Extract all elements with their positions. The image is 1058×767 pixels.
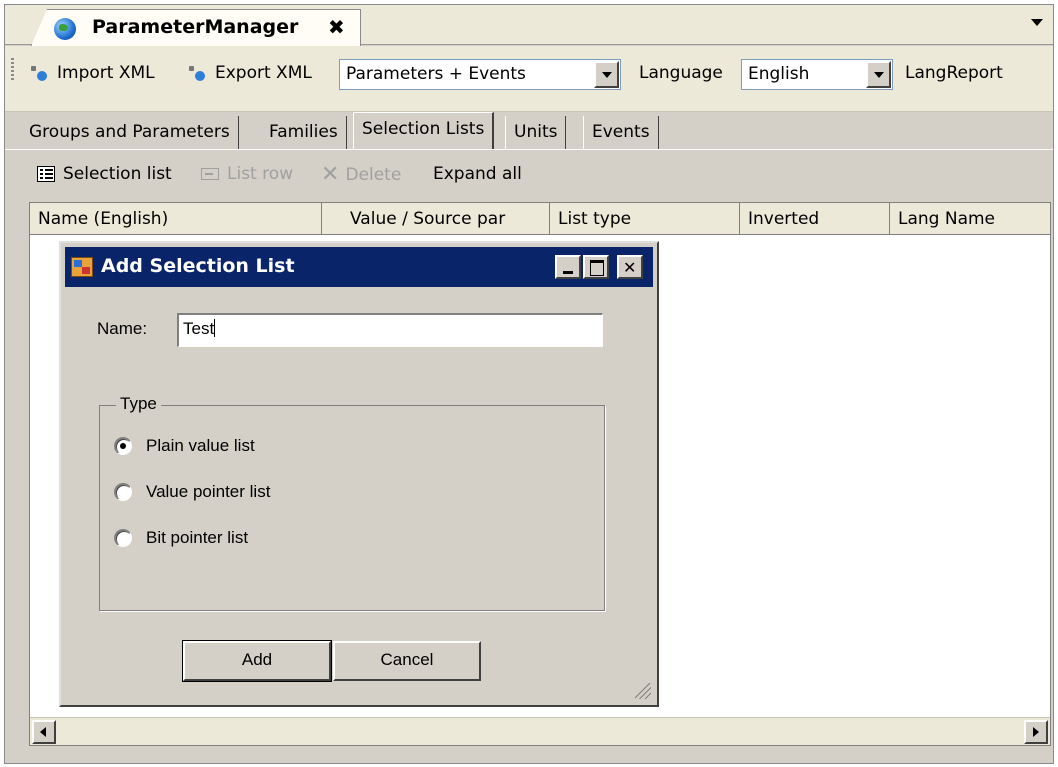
import-xml-icon <box>29 65 49 81</box>
close-dialog-button[interactable] <box>617 255 643 279</box>
name-label: Name: <box>97 319 148 338</box>
language-label: Language <box>639 63 723 83</box>
langreport-button[interactable]: LangReport <box>905 63 1003 83</box>
delete-button[interactable]: ✕ Delete <box>321 164 401 186</box>
chevron-down-icon[interactable] <box>594 61 619 88</box>
delete-label: Delete <box>345 165 402 185</box>
column-header-list-type[interactable]: List type <box>550 203 740 235</box>
parameter-manager-window: ParameterManager ✖ Import XML Export XML… <box>4 4 1054 764</box>
dialog-titlebar[interactable]: Add Selection List <box>65 247 653 287</box>
dialog-title: Add Selection List <box>101 255 295 277</box>
name-input[interactable]: Test <box>177 313 603 347</box>
import-xml-button[interactable]: Import XML <box>29 63 155 83</box>
resize-grip-icon[interactable] <box>635 683 651 699</box>
list-row-label: List row <box>227 164 294 184</box>
selection-list-button[interactable]: Selection list <box>37 164 172 184</box>
import-xml-label: Import XML <box>57 63 155 83</box>
chevron-down-icon[interactable] <box>866 61 891 88</box>
add-selection-list-dialog: Add Selection List Name: Test Type Plain… <box>59 241 659 707</box>
list-icon <box>37 166 55 182</box>
language-select-value: English <box>748 64 810 84</box>
minimize-button[interactable] <box>555 255 581 279</box>
view-select[interactable]: Parameters + Events <box>339 59 621 90</box>
cancel-button[interactable]: Cancel <box>333 641 481 681</box>
document-tab[interactable]: ParameterManager ✖ <box>31 9 361 46</box>
panel-toolbar: Selection list List row ✕ Delete Expand … <box>5 150 1053 200</box>
maximize-button[interactable] <box>583 255 609 279</box>
language-select[interactable]: English <box>741 59 893 90</box>
plain-value-list-label: Plain value list <box>146 436 255 455</box>
toolbar-grip[interactable] <box>11 58 14 80</box>
radio-plain-value-list[interactable]: Plain value list <box>114 436 255 456</box>
export-xml-label: Export XML <box>215 63 312 83</box>
tab-selection-lists[interactable]: Selection Lists <box>353 112 495 151</box>
add-button[interactable]: Add <box>182 640 332 682</box>
list-row-button[interactable]: List row <box>201 164 293 184</box>
tab-events[interactable]: Events <box>583 116 659 150</box>
column-header-value-source[interactable]: Value / Source par <box>322 203 550 235</box>
tab-families[interactable]: Families <box>261 116 347 150</box>
type-group-label: Type <box>116 394 161 414</box>
column-header-name[interactable]: Name (English) <box>30 203 322 235</box>
list-row-icon <box>201 168 219 180</box>
tab-units[interactable]: Units <box>505 116 567 150</box>
app-icon <box>71 257 93 277</box>
tab-list-dropdown-icon[interactable] <box>1031 19 1043 26</box>
tab-groups-and-parameters[interactable]: Groups and Parameters <box>21 116 239 150</box>
document-tab-title: ParameterManager <box>92 16 299 38</box>
radio-unselected-icon[interactable] <box>114 529 132 547</box>
column-header-lang-name[interactable]: Lang Name <box>890 203 1050 235</box>
expand-all-button[interactable]: Expand all <box>433 164 522 184</box>
tab-bar: Groups and Parameters Families Selection… <box>5 112 1053 151</box>
document-tab-strip: ParameterManager ✖ <box>5 5 1053 46</box>
name-input-value: Test <box>183 319 215 338</box>
radio-selected-icon[interactable] <box>114 437 132 455</box>
scroll-left-button[interactable] <box>32 720 56 744</box>
radio-value-pointer-list[interactable]: Value pointer list <box>114 482 270 502</box>
bit-pointer-list-label: Bit pointer list <box>146 528 249 547</box>
close-tab-icon[interactable]: ✖ <box>328 15 345 39</box>
value-pointer-list-label: Value pointer list <box>146 482 271 501</box>
column-header-inverted[interactable]: Inverted <box>740 203 890 235</box>
selection-list-label: Selection list <box>63 164 172 184</box>
radio-unselected-icon[interactable] <box>114 483 132 501</box>
scroll-right-button[interactable] <box>1024 720 1048 744</box>
globe-icon <box>54 18 76 40</box>
expand-all-label: Expand all <box>433 164 522 184</box>
view-select-value: Parameters + Events <box>346 64 526 84</box>
grid-header: Name (English) Value / Source par List t… <box>30 203 1050 235</box>
main-toolbar: Import XML Export XML Parameters + Event… <box>5 46 1053 112</box>
export-xml-icon <box>187 65 207 81</box>
type-groupbox: Type Plain value list Value pointer list… <box>99 394 605 611</box>
radio-bit-pointer-list[interactable]: Bit pointer list <box>114 528 248 548</box>
horizontal-scrollbar[interactable] <box>30 717 1050 745</box>
delete-icon: ✕ <box>321 162 340 187</box>
export-xml-button[interactable]: Export XML <box>187 63 312 83</box>
